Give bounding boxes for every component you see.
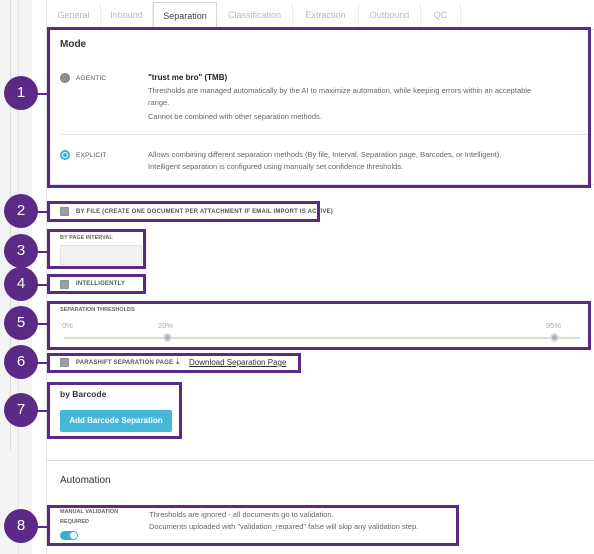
page-interval-label: BY PAGE INTERVAL [60,235,113,241]
threshold-high-handle[interactable] [549,333,559,342]
tab-outbound[interactable]: Outbound [359,2,421,30]
download-icon: ⤓ [176,357,180,366]
parashift-label: PARASHIFT SEPARATION PAGE [76,360,174,366]
manual-validation-toggle[interactable] [60,531,78,540]
explicit-description: Intelligent separation is configured usi… [148,162,404,171]
add-barcode-separation-button[interactable]: Add Barcode Separation [60,410,172,432]
threshold-slider-track[interactable] [64,337,580,339]
callout-badge-3: 3 [4,234,38,268]
callout-badge-6: 6 [4,345,38,379]
intelligently-checkbox[interactable] [60,280,69,289]
automation-title: Automation [60,475,111,486]
callout-badge-5: 5 [4,306,38,340]
callout-badge-4: 4 [4,267,38,301]
agentic-description: Thresholds are managed automatically by … [148,86,532,95]
explicit-label: EXPLICIT [76,152,107,159]
tab-general[interactable]: General [47,2,101,30]
callout-badge-2: 2 [4,194,38,228]
agentic-radio[interactable] [60,73,70,83]
threshold-high-label: 95% [546,321,562,330]
threshold-low-handle[interactable] [162,333,172,342]
manual-validation-label: REQUIRED [60,519,90,525]
agentic-description: range. [148,98,170,107]
agentic-description: Cannot be combined with other separation… [148,112,322,121]
mode-title: Mode [60,39,87,50]
tab-extraction[interactable]: Extraction [293,2,359,30]
tab-qc[interactable]: QC [421,2,461,30]
intelligently-label: INTELLIGENTLY [76,281,126,287]
manual-validation-label: MANUAL VALIDATION [60,509,119,515]
tab-bar: General Inbound Separation Classificatio… [47,0,594,31]
barcode-title: by Barcode [60,389,107,399]
by-file-checkbox[interactable] [60,207,69,216]
automation-description: Documents uploaded with "validation_requ… [149,522,419,531]
threshold-low-label: 20% [158,321,174,330]
divider [60,134,588,135]
automation-description: Thresholds are ignored - all documents g… [149,510,334,519]
agentic-label: AGENTIC [76,75,107,82]
explicit-radio[interactable] [60,150,70,160]
by-file-label: BY FILE (CREATE ONE DOCUMENT PER ATTACHM… [76,209,333,215]
automation-section [47,460,594,554]
page-interval-input[interactable] [60,245,142,265]
agentic-name: "trust me bro" (TMB) [148,73,228,82]
tab-inbound[interactable]: Inbound [101,2,153,30]
thresholds-label: SEPARATION THRESHOLDS [60,307,135,313]
parashift-checkbox[interactable] [60,358,69,367]
explicit-description: Allows combining different separation me… [148,150,502,159]
download-separation-page-link[interactable]: Download Separation Page [189,358,286,367]
tab-classification[interactable]: Classification [217,2,293,30]
tab-separation[interactable]: Separation [153,2,217,31]
callout-badge-1: 1 [4,76,38,110]
callout-badge-8: 8 [4,509,38,543]
callout-badge-7: 7 [4,393,38,427]
threshold-min-label: 0% [62,321,73,330]
